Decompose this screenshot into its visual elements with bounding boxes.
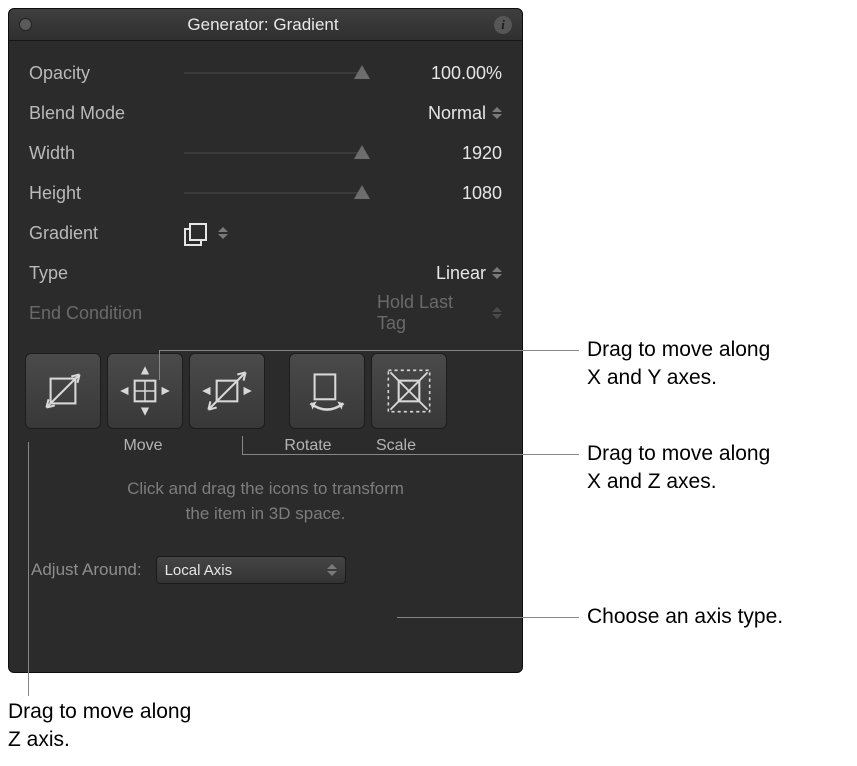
move-z-icon — [32, 360, 94, 422]
row-type: Type Linear — [29, 253, 502, 293]
blend-mode-value: Normal — [428, 103, 486, 124]
width-value[interactable]: 1920 — [392, 143, 502, 164]
gradient-label: Gradient — [29, 223, 184, 244]
rotate-label: Rotate — [261, 437, 355, 455]
stepper-icon — [492, 107, 502, 119]
type-select[interactable]: Linear — [377, 263, 502, 284]
callout-move-xy: Drag to move along X and Y axes. — [587, 336, 847, 393]
move-xz-tool[interactable] — [189, 353, 265, 429]
callout-move-z: Drag to move along Z axis. — [8, 698, 268, 755]
gradient-preset-icon[interactable] — [184, 223, 204, 243]
move-xz-icon — [196, 360, 258, 422]
height-label: Height — [29, 183, 184, 204]
type-value: Linear — [436, 263, 486, 284]
callout-move-xz: Drag to move along X and Z axes. — [587, 440, 847, 497]
blend-mode-select[interactable]: Normal — [377, 103, 502, 124]
width-label: Width — [29, 143, 184, 164]
close-window-button[interactable] — [19, 18, 32, 31]
stepper-icon — [492, 307, 502, 319]
move-xy-tool[interactable] — [107, 353, 183, 429]
opacity-value[interactable]: 100.00% — [392, 63, 502, 84]
rotate-tool[interactable] — [289, 353, 365, 429]
width-slider[interactable] — [184, 143, 392, 163]
row-height: Height 1080 — [29, 173, 502, 213]
window-title: Generator: Gradient — [32, 15, 494, 35]
inspector-panel: Generator: Gradient i Opacity 100.00% Bl… — [8, 8, 523, 673]
opacity-slider[interactable] — [184, 63, 392, 83]
height-value[interactable]: 1080 — [392, 183, 502, 204]
titlebar: Generator: Gradient i — [9, 9, 522, 41]
opacity-label: Opacity — [29, 63, 184, 84]
chevron-updown-icon — [327, 564, 337, 576]
callout-axis-type: Choose an axis type. — [587, 603, 847, 631]
gradient-stepper[interactable] — [218, 227, 228, 239]
info-icon[interactable]: i — [494, 16, 512, 34]
adjust-around-value: Local Axis — [165, 562, 233, 579]
move-label: Move — [25, 437, 261, 455]
scale-tool[interactable] — [371, 353, 447, 429]
scale-label: Scale — [355, 437, 437, 455]
rotate-icon — [296, 360, 358, 422]
end-condition-value: Hold Last Tag — [377, 292, 486, 334]
row-end-condition: End Condition Hold Last Tag — [29, 293, 502, 333]
row-opacity: Opacity 100.00% — [29, 53, 502, 93]
move-z-tool[interactable] — [25, 353, 101, 429]
move-xy-icon — [114, 360, 176, 422]
stepper-icon — [492, 267, 502, 279]
row-width: Width 1920 — [29, 133, 502, 173]
adjust-around-label: Adjust Around: — [31, 560, 142, 580]
tool-labels: Move Rotate Scale — [25, 437, 506, 455]
transform-hint: Click and drag the icons to transform th… — [25, 477, 506, 526]
row-gradient: Gradient — [29, 213, 502, 253]
blend-mode-label: Blend Mode — [29, 103, 184, 124]
transform-controls: Move Rotate Scale Click and drag the ico… — [9, 345, 522, 598]
parameter-list: Opacity 100.00% Blend Mode Normal Width … — [9, 41, 522, 333]
end-condition-select: Hold Last Tag — [377, 292, 502, 334]
adjust-around-select[interactable]: Local Axis — [156, 556, 346, 584]
scale-icon — [378, 360, 440, 422]
row-blend-mode: Blend Mode Normal — [29, 93, 502, 133]
height-slider[interactable] — [184, 183, 392, 203]
type-label: Type — [29, 263, 184, 284]
end-condition-label: End Condition — [29, 303, 184, 324]
adjust-around-row: Adjust Around: Local Axis — [25, 556, 506, 584]
